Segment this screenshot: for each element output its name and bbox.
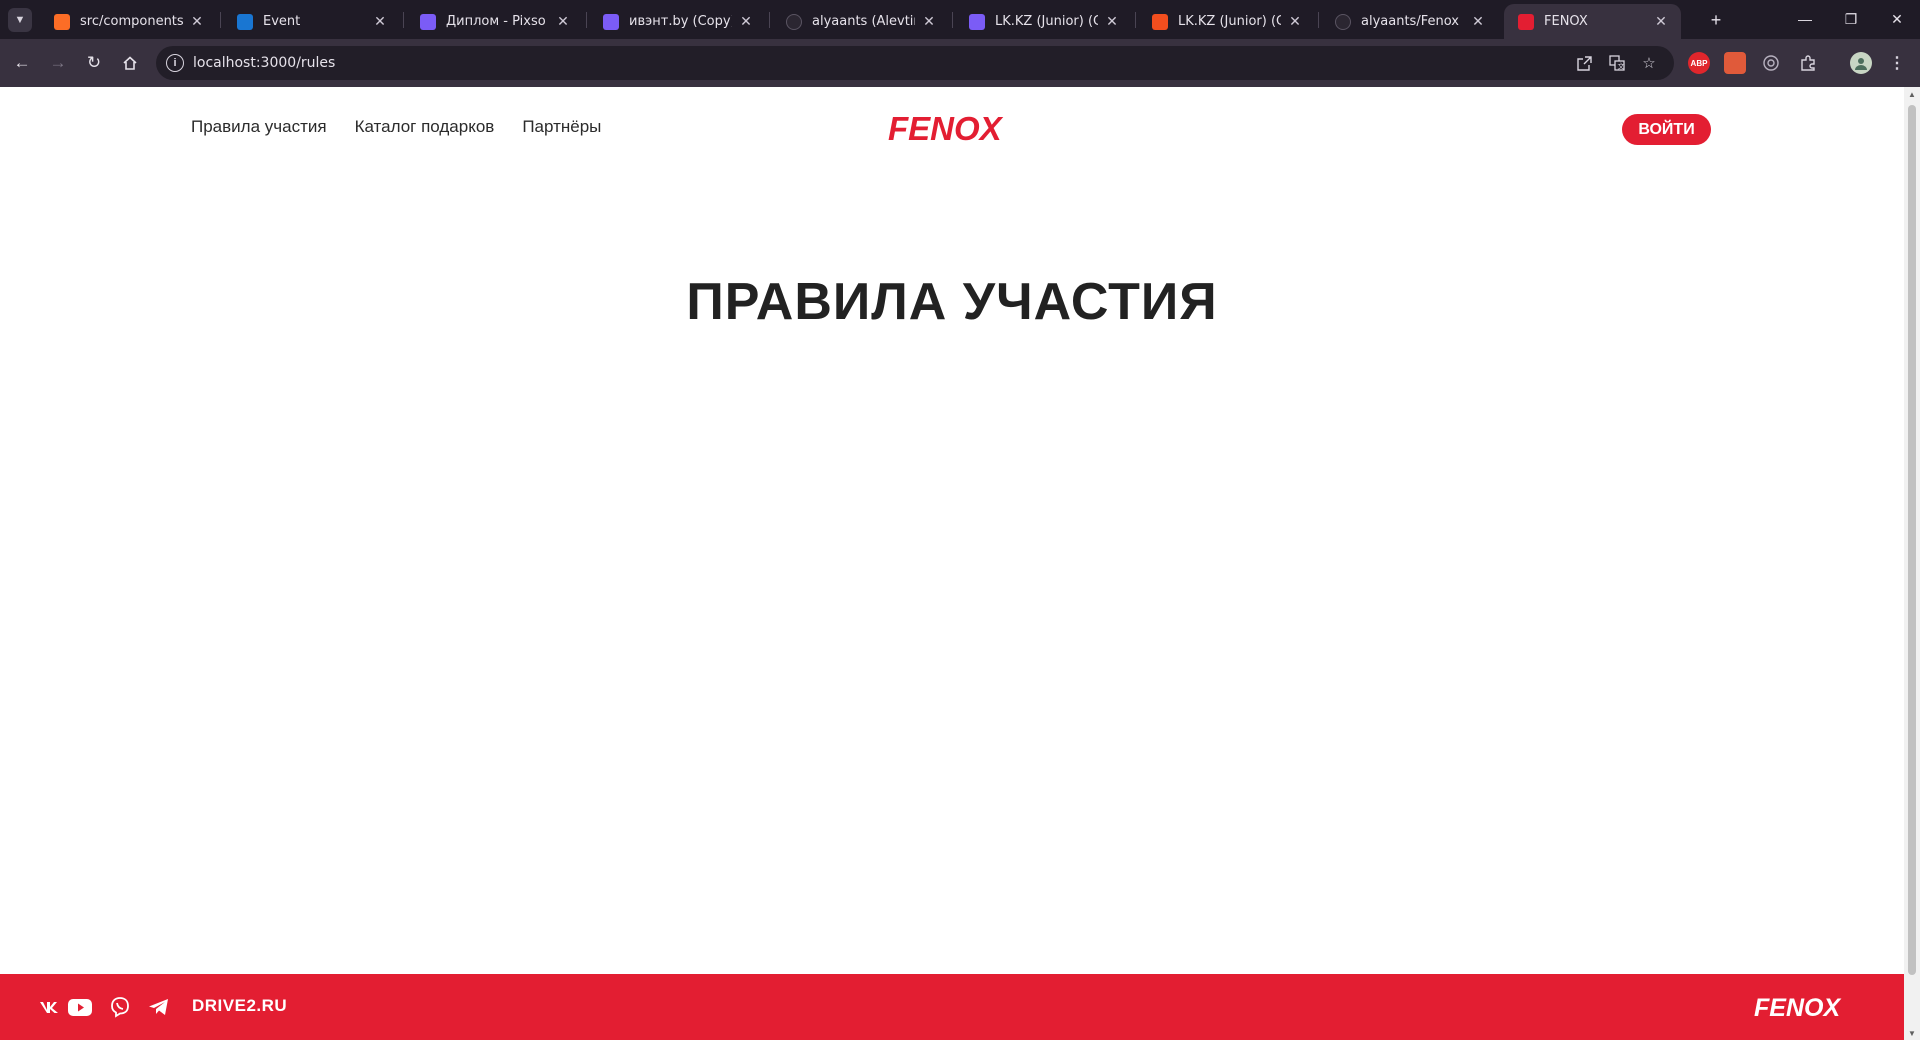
reload-button[interactable]: ↻ <box>80 49 108 77</box>
page-scrollbar[interactable]: ▲ ▼ <box>1904 87 1920 1040</box>
browser-tab[interactable]: alyaants/Fenox ✕ <box>1321 4 1498 39</box>
tab-close-icon[interactable]: ✕ <box>1470 14 1486 30</box>
browser-tab[interactable]: src/components/Stick ✕ <box>40 4 217 39</box>
tab-close-icon[interactable]: ✕ <box>555 14 571 30</box>
footer-fenox-logo[interactable]: FENOX <box>1752 992 1856 1027</box>
restore-icon: ❐ <box>1844 10 1858 27</box>
tab-separator <box>1135 12 1136 28</box>
site-footer: DRIVE2.RU FENOX <box>0 974 1904 1040</box>
close-window-button[interactable]: ✕ <box>1874 4 1920 34</box>
tab-close-icon[interactable]: ✕ <box>189 14 205 30</box>
tab-title: LK.KZ (Junior) (Copy) <box>995 14 1098 29</box>
tab-title: alyaants/Fenox <box>1361 14 1459 29</box>
pixso-icon <box>420 13 436 30</box>
browser-tab[interactable]: LK.KZ (Junior) (Copy) ✕ <box>955 4 1132 39</box>
tab-separator <box>769 12 770 28</box>
tab-title: ивэнт.by (Copy) - Pixso <box>629 14 732 29</box>
browser-tab[interactable]: FENOX ✕ <box>1504 4 1681 39</box>
login-button[interactable]: ВОЙТИ <box>1622 114 1711 145</box>
figma-icon <box>1152 13 1168 30</box>
adblock-icon[interactable]: ABP <box>1688 52 1710 74</box>
address-bar[interactable]: i localhost:3000/rules 文 ☆ <box>156 46 1674 80</box>
reload-icon: ↻ <box>86 53 102 72</box>
nav-link-catalog[interactable]: Каталог подарков <box>355 117 495 137</box>
browser-tab[interactable]: Диплом - Pixso ✕ <box>406 4 583 39</box>
open-in-app-icon[interactable] <box>1574 53 1594 73</box>
tab-title: Event <box>263 14 301 29</box>
bookmark-star-icon[interactable]: ☆ <box>1639 53 1659 73</box>
browser-tab[interactable]: Event ✕ <box>223 4 400 39</box>
minimize-button[interactable]: — <box>1782 4 1828 34</box>
tab-title: alyaants (Alevtina Antonova) <box>812 14 915 29</box>
nav-link-rules[interactable]: Правила участия <box>191 117 327 137</box>
close-icon: ✕ <box>1891 10 1903 27</box>
tab-separator <box>1318 12 1319 28</box>
fenox-logo-text: FENOX <box>888 111 1004 145</box>
fenox-logo[interactable]: FENOX <box>884 110 1020 150</box>
target-extension-icon[interactable] <box>1760 52 1782 74</box>
tab-close-icon[interactable]: ✕ <box>1104 14 1120 30</box>
tab-separator <box>586 12 587 28</box>
vk-icon[interactable] <box>38 994 62 1020</box>
restore-button[interactable]: ❐ <box>1828 4 1874 34</box>
nav-link-partners[interactable]: Партнёры <box>522 117 601 137</box>
browser-tab-strip: ▼ src/components/Stick✕Event✕Диплом - Pi… <box>0 0 1920 39</box>
site-navigation: Правила участия Каталог подарков Партнёр… <box>191 117 601 137</box>
browser-tab[interactable]: ивэнт.by (Copy) - Pixso ✕ <box>589 4 766 39</box>
tab-close-icon[interactable]: ✕ <box>921 14 937 30</box>
scroll-up-arrow-icon[interactable]: ▲ <box>1904 87 1920 101</box>
arrow-left-icon: ← <box>13 53 31 72</box>
url-text[interactable]: localhost:3000/rules <box>193 55 335 71</box>
page-viewport: Правила участия Каталог подарков Партнёр… <box>0 87 1904 1040</box>
home-icon <box>123 56 137 70</box>
translate-icon[interactable]: 文 <box>1607 53 1627 73</box>
profile-avatar-icon[interactable] <box>1850 52 1872 74</box>
plus-icon: + <box>1710 9 1722 30</box>
viber-icon[interactable] <box>108 994 132 1020</box>
minimize-icon: — <box>1798 11 1812 27</box>
svg-text:文: 文 <box>1618 62 1625 71</box>
forward-button[interactable]: → <box>44 49 72 77</box>
arrow-right-icon: → <box>49 53 67 72</box>
back-button[interactable]: ← <box>8 49 36 77</box>
github-icon <box>1335 13 1351 30</box>
tab-separator <box>220 12 221 28</box>
drive2-link[interactable]: DRIVE2.RU <box>192 996 287 1016</box>
tab-close-icon[interactable]: ✕ <box>1287 14 1303 30</box>
telegram-icon[interactable] <box>147 994 171 1020</box>
chevron-down-icon: ▼ <box>14 14 26 26</box>
extensions-puzzle-icon[interactable] <box>1797 52 1819 74</box>
tab-title: FENOX <box>1544 14 1588 29</box>
footer-logo-text: FENOX <box>1754 994 1841 1022</box>
browser-tab[interactable]: alyaants (Alevtina Antonova) ✕ <box>772 4 949 39</box>
gitlab-icon <box>54 13 70 30</box>
new-tab-button[interactable]: + <box>1704 8 1728 32</box>
tab-close-icon[interactable]: ✕ <box>1653 14 1669 30</box>
page-title: ПРАВИЛА УЧАСТИЯ <box>686 273 1218 331</box>
github-icon <box>786 13 802 30</box>
fenox-icon <box>1518 13 1534 30</box>
tab-title: LK.KZ (Junior) (Copy) <box>1178 14 1281 29</box>
pixso-icon <box>603 13 619 30</box>
screenshot-extension-icon[interactable] <box>1724 52 1746 74</box>
tab-title: Диплом - Pixso <box>446 14 546 29</box>
home-button[interactable] <box>116 49 144 77</box>
browser-menu-icon[interactable]: ⋮ <box>1886 52 1908 74</box>
pixso-icon <box>969 13 985 30</box>
site-info-icon[interactable]: i <box>166 54 184 72</box>
browser-tab[interactable]: LK.KZ (Junior) (Copy) ✕ <box>1138 4 1315 39</box>
event-icon <box>237 13 253 30</box>
tab-close-icon[interactable]: ✕ <box>738 14 754 30</box>
browser-toolbar: ← → ↻ i localhost:3000/rules 文 ☆ ABP ⋮ <box>0 39 1920 87</box>
tab-close-icon[interactable]: ✕ <box>372 14 388 30</box>
tab-separator <box>403 12 404 28</box>
tab-search-button[interactable]: ▼ <box>8 8 32 32</box>
tab-separator <box>952 12 953 28</box>
scroll-down-arrow-icon[interactable]: ▼ <box>1904 1026 1920 1040</box>
scrollbar-thumb[interactable] <box>1908 105 1916 975</box>
youtube-icon[interactable] <box>68 994 92 1020</box>
tab-title: src/components/Stick <box>80 14 183 29</box>
